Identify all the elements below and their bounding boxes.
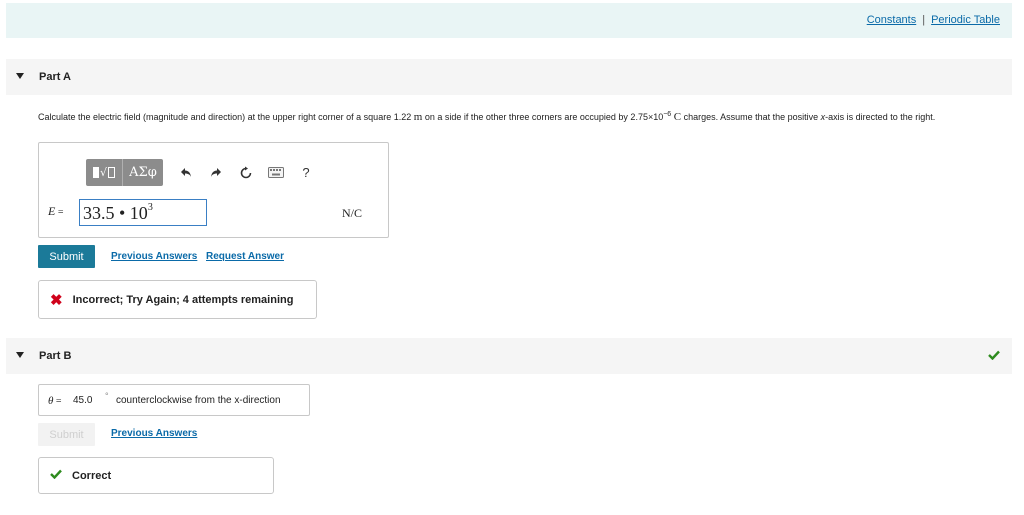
- answer-mantissa: 33.5 • 10: [83, 203, 148, 223]
- collapse-caret-icon[interactable]: [16, 352, 24, 358]
- request-answer-link[interactable]: Request Answer: [206, 251, 284, 262]
- feedback-incorrect-text: Incorrect; Try Again; 4 attempts remaini…: [72, 293, 294, 306]
- answer-box-part-a: √ ΑΣφ ? E = 33.5 • 103 N/C: [38, 142, 389, 238]
- theta-value: 45.0: [73, 395, 93, 406]
- question-text-1: Calculate the electric field (magnitude …: [38, 112, 412, 122]
- answer-box-part-b: θ = 45.0 ° counterclockwise from the x-d…: [38, 384, 310, 416]
- templates-button[interactable]: √: [86, 159, 123, 186]
- periodic-table-link[interactable]: Periodic Table: [931, 14, 1000, 26]
- templates-icon: √: [92, 166, 115, 179]
- redo-icon[interactable]: [201, 159, 231, 186]
- keyboard-icon[interactable]: [261, 159, 291, 186]
- part-a-header[interactable]: Part A: [6, 59, 1012, 95]
- feedback-correct: Correct: [38, 457, 274, 494]
- resource-links: Constants | Periodic Table: [867, 14, 1000, 26]
- top-bar: Constants | Periodic Table: [6, 3, 1012, 38]
- answer-exponent: 3: [147, 202, 153, 213]
- previous-answers-link-part-a[interactable]: Previous Answers: [111, 251, 197, 262]
- variable-label: E =: [48, 204, 64, 218]
- previous-answers-link-part-b[interactable]: Previous Answers: [111, 428, 197, 439]
- part-b-title: Part B: [39, 350, 72, 362]
- collapse-caret-icon[interactable]: [16, 73, 24, 79]
- theta-label: θ =: [48, 395, 62, 407]
- answer-input[interactable]: 33.5 • 103: [79, 199, 207, 226]
- toolbar-group: √ ΑΣφ: [86, 159, 163, 186]
- feedback-correct-text: Correct: [72, 469, 112, 482]
- submit-button-part-a[interactable]: Submit: [38, 245, 95, 268]
- undo-icon[interactable]: [171, 159, 201, 186]
- charge-exponent: −6: [663, 111, 672, 118]
- symbols-button[interactable]: ΑΣφ: [123, 159, 163, 186]
- math-toolbar: √ ΑΣφ ?: [86, 159, 321, 186]
- question-text-3: charges. Assume that the positive: [683, 112, 819, 122]
- link-separator: |: [922, 14, 926, 26]
- question-text-4: -axis is directed to the right.: [825, 112, 936, 122]
- question-text: Calculate the electric field (magnitude …: [38, 109, 1013, 123]
- x-icon: ✖: [50, 291, 63, 309]
- check-icon: [50, 469, 62, 482]
- direction-description: counterclockwise from the x-direction: [116, 395, 281, 406]
- part-b-header[interactable]: Part B: [6, 338, 1012, 374]
- feedback-incorrect: ✖ Incorrect; Try Again; 4 attempts remai…: [38, 280, 317, 319]
- submit-button-part-b: Submit: [38, 423, 95, 446]
- question-text-2: on a side if the other three corners are…: [424, 112, 664, 122]
- degree-symbol: °: [105, 391, 109, 401]
- unit-meters: m: [413, 111, 423, 123]
- unit-label: N/C: [342, 206, 363, 220]
- reset-icon[interactable]: [231, 159, 261, 186]
- part-a-title: Part A: [39, 71, 71, 83]
- help-button[interactable]: ?: [291, 159, 321, 186]
- constants-link[interactable]: Constants: [867, 14, 917, 26]
- unit-coulombs: C: [673, 111, 682, 123]
- check-icon: [988, 350, 1000, 363]
